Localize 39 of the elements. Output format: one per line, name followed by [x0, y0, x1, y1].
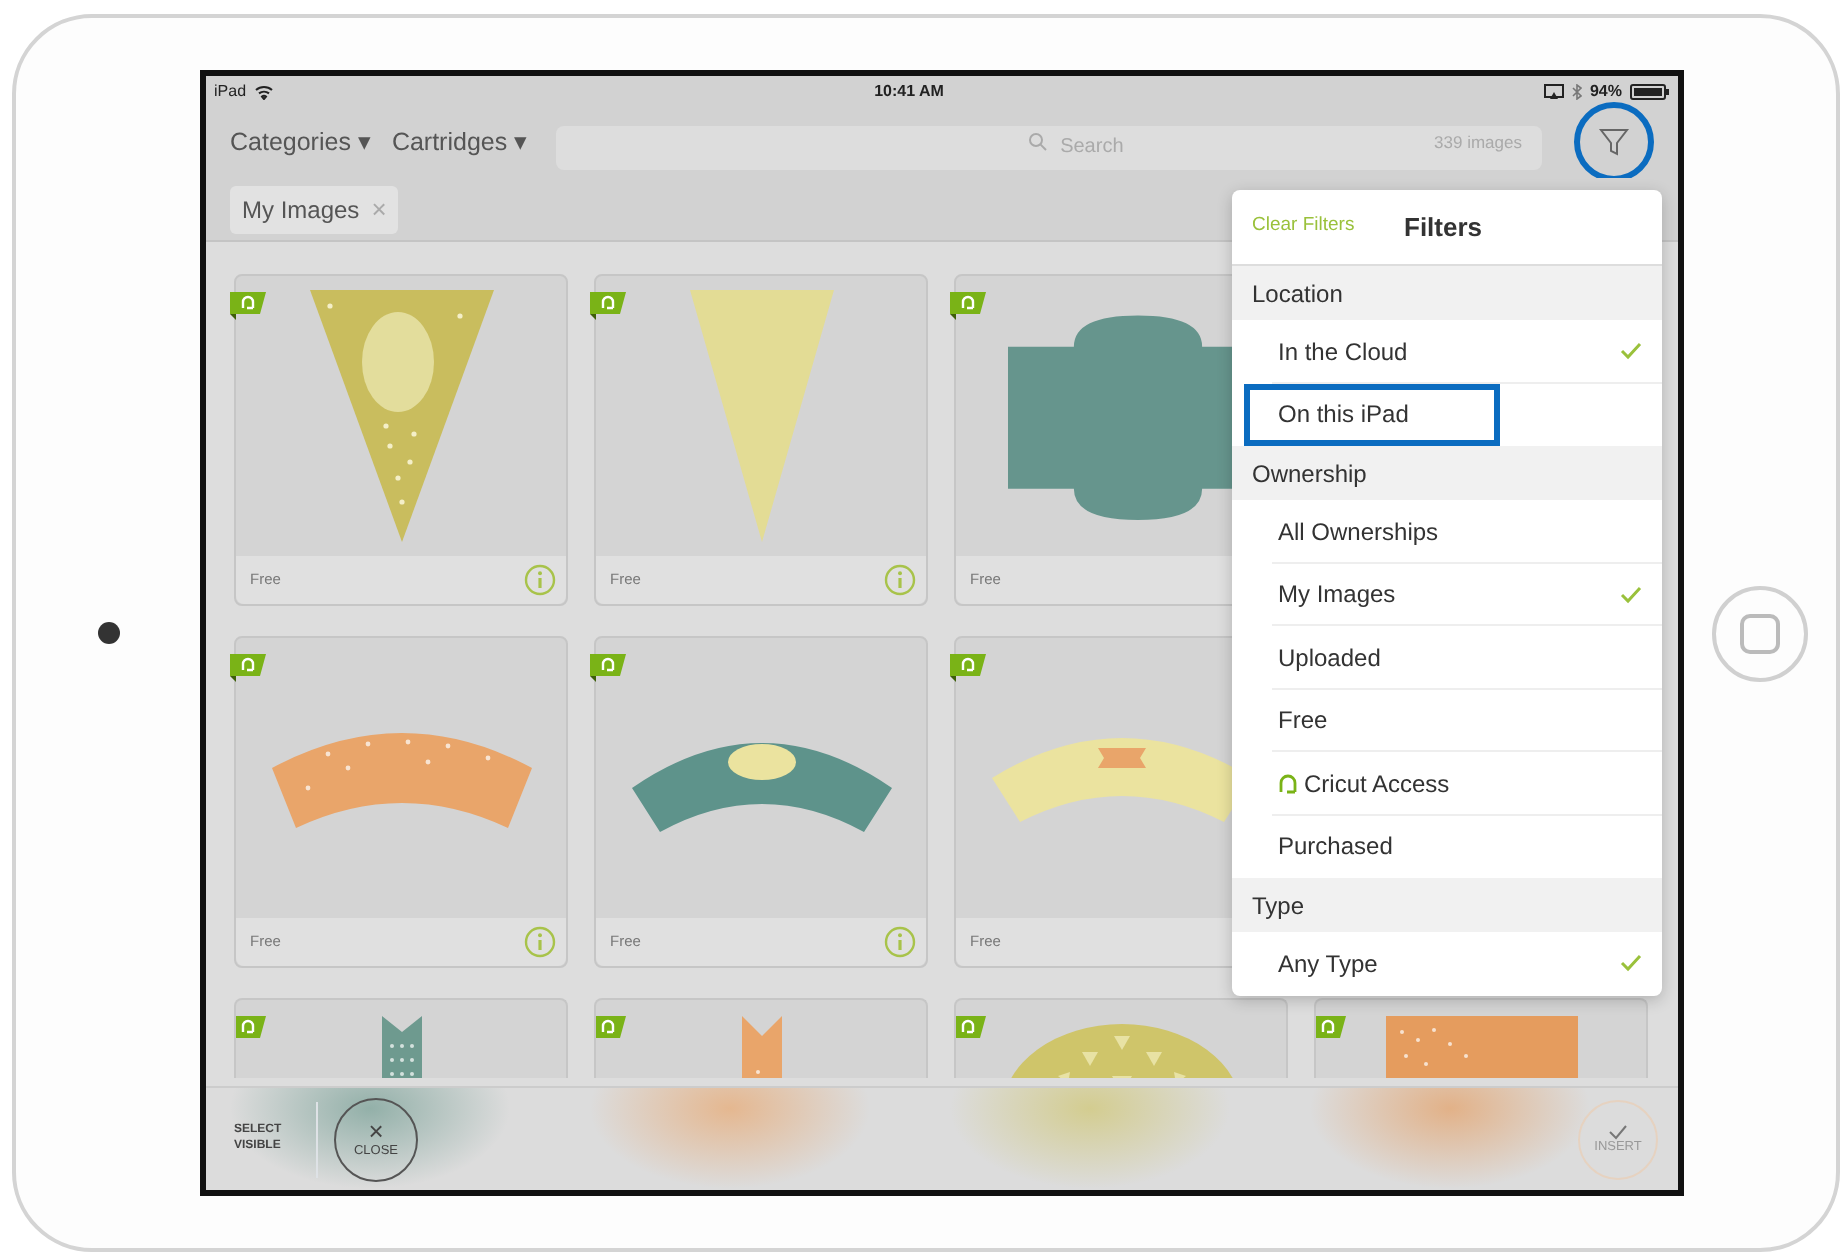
camera-lens: [97, 622, 119, 644]
status-time: 10:41 AM: [874, 79, 944, 103]
access-badge-icon: [236, 1016, 266, 1044]
option-label: Cricut Access: [1304, 767, 1450, 802]
access-badge-icon: [950, 292, 986, 320]
check-icon: [1608, 1123, 1628, 1140]
info-icon[interactable]: [884, 926, 916, 958]
wifi-icon: [254, 83, 275, 99]
info-icon[interactable]: [524, 564, 556, 596]
info-icon[interactable]: [884, 564, 916, 596]
dropdown-menu-button[interactable]: Cartridges ▾: [391, 123, 529, 161]
section-header: Location: [1232, 266, 1662, 320]
chip-label: My Images: [242, 193, 360, 227]
access-badge-icon: [1316, 1016, 1346, 1044]
access-badge-icon: [956, 1016, 986, 1044]
access-badge-icon: [590, 654, 626, 682]
image-card[interactable]: [954, 998, 1288, 1078]
panel-title: Filters: [1404, 209, 1483, 246]
info-icon[interactable]: [524, 926, 556, 958]
battery-icon: [1630, 83, 1670, 99]
bluetooth-icon: [1571, 83, 1582, 99]
image-card[interactable]: [1314, 998, 1648, 1078]
search-icon: [1028, 132, 1049, 152]
access-badge-icon: [950, 654, 986, 682]
image-card[interactable]: [594, 998, 928, 1078]
home-button[interactable]: [1712, 585, 1808, 681]
filter-icon: [1598, 126, 1630, 158]
access-badge-icon: [590, 292, 626, 320]
device-name: iPad: [214, 79, 247, 103]
access-badge-icon: [596, 1016, 626, 1044]
access-icon: [1278, 772, 1298, 795]
dropdown-menu-button[interactable]: Categories ▾: [230, 123, 372, 161]
section-header: Ownership: [1232, 446, 1662, 500]
image-card[interactable]: [234, 998, 568, 1078]
access-badge-icon: [230, 654, 266, 682]
battery-percent: 94%: [1589, 79, 1622, 103]
section-header: Type: [1232, 878, 1662, 932]
access-badge-icon: [230, 292, 266, 320]
airplay-icon: [1543, 83, 1564, 99]
